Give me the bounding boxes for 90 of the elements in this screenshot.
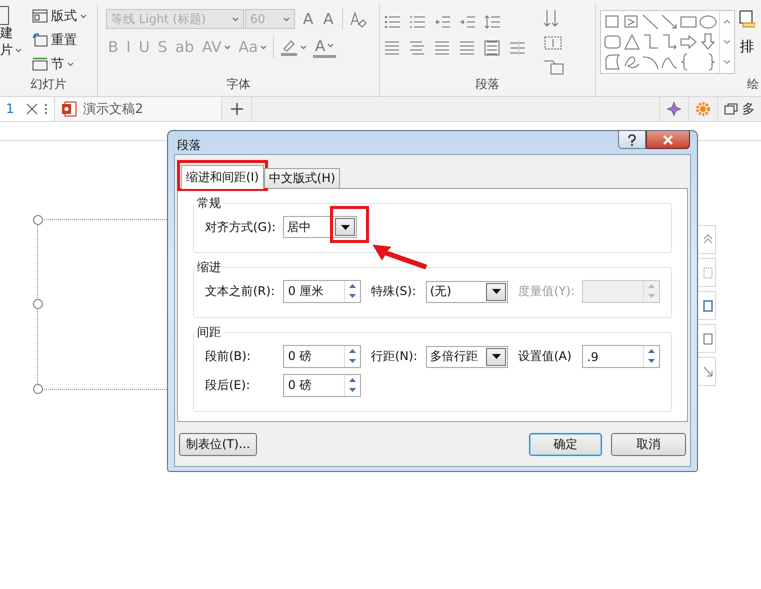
shape-icon[interactable] xyxy=(660,32,679,52)
plus-icon xyxy=(230,102,244,116)
marker-icon xyxy=(280,38,298,56)
field-label: 段后(E): xyxy=(205,377,251,394)
new-slide-button[interactable]: 建 片 xyxy=(0,6,24,76)
dropdown-button[interactable] xyxy=(486,348,506,366)
caret-icon[interactable] xyxy=(67,62,74,66)
section-title: 间距 xyxy=(196,324,222,341)
caret-down-icon xyxy=(492,289,500,294)
field-label: 特殊(S): xyxy=(371,283,418,300)
shape-icon[interactable] xyxy=(622,32,641,52)
quick-tool-icon xyxy=(703,266,713,278)
group-label: 幻灯片 xyxy=(30,76,66,93)
distributed-icon[interactable] xyxy=(484,40,501,56)
more-icon[interactable] xyxy=(44,103,48,115)
section-title: 常规 xyxy=(196,195,222,212)
document-tab[interactable]: 1 xyxy=(0,97,55,121)
shapes-gallery[interactable] xyxy=(600,10,735,74)
justify-icon[interactable] xyxy=(459,40,476,56)
close-button[interactable] xyxy=(646,131,690,149)
field-label: 文本之前(R): xyxy=(205,283,276,300)
arrange-icon xyxy=(739,10,755,28)
group-label: 绘 xyxy=(747,76,759,93)
smartart-icon[interactable] xyxy=(543,58,565,76)
dialog-button[interactable]: 制表位(T)... xyxy=(179,432,258,456)
ribbon-command[interactable]: 版式 xyxy=(32,6,87,26)
highlight-button[interactable] xyxy=(278,38,309,56)
dropdown-button[interactable] xyxy=(335,218,355,236)
line-spacing-icon[interactable] xyxy=(484,14,501,30)
resize-handle[interactable] xyxy=(33,384,43,394)
number-field[interactable]: 0 厘米 xyxy=(283,280,361,303)
ribbon-command[interactable]: 节 xyxy=(32,54,87,74)
settings-icon xyxy=(695,101,711,117)
quick-tool-icon xyxy=(703,366,713,378)
quick-tool-icon xyxy=(703,332,713,344)
group-label: 字体 xyxy=(226,76,250,93)
dropdown-field[interactable]: 居中 xyxy=(283,216,357,238)
presentation-file-icon xyxy=(61,101,77,117)
windows-icon xyxy=(724,103,738,115)
quick-tool-icon xyxy=(703,234,713,246)
align-right-icon[interactable] xyxy=(434,40,451,56)
shape-icon[interactable] xyxy=(603,52,622,72)
field-label: 段前(B): xyxy=(205,348,252,365)
dialog-button[interactable]: 确定 xyxy=(529,432,602,456)
document-tab[interactable]: 演示文稿2 xyxy=(55,97,222,121)
reset-icon xyxy=(32,33,48,47)
help-icon xyxy=(627,134,637,146)
dialog-button[interactable]: 取消 xyxy=(611,432,686,456)
field-label: 对齐方式(G): xyxy=(205,218,277,236)
decrease-indent-icon[interactable] xyxy=(434,14,451,30)
shape-icon[interactable] xyxy=(641,12,660,32)
shape-icon[interactable] xyxy=(698,32,717,52)
increase-indent-icon[interactable] xyxy=(459,14,476,30)
arrange-button[interactable]: 排 xyxy=(739,6,755,76)
number-field[interactable]: .9 xyxy=(582,345,660,368)
ribbon-command[interactable]: 重置 xyxy=(32,30,87,50)
field-label: 度量值(Y): xyxy=(518,283,576,300)
bullets-icon[interactable] xyxy=(384,14,401,30)
field-label: 设置值(A) xyxy=(518,348,573,365)
shape-icon[interactable] xyxy=(679,32,698,52)
caret-icon[interactable] xyxy=(300,44,307,50)
help-button[interactable] xyxy=(618,131,646,149)
close-icon[interactable] xyxy=(26,103,38,115)
caret-down-icon xyxy=(340,224,350,230)
resize-handle[interactable] xyxy=(33,215,43,225)
section-title: 缩进 xyxy=(196,259,222,276)
caret-down-icon xyxy=(492,354,500,359)
group-label: 段落 xyxy=(476,76,500,93)
clear-formatting-icon[interactable] xyxy=(348,10,367,28)
dialog-title: 段落 xyxy=(176,137,201,154)
align-center-icon[interactable] xyxy=(409,40,426,56)
close-icon xyxy=(662,134,674,144)
dialog-tab[interactable]: 缩进和间距(I) xyxy=(181,165,264,189)
align-left-icon[interactable] xyxy=(384,40,401,56)
layout-icon xyxy=(32,9,48,23)
resize-handle[interactable] xyxy=(33,299,43,309)
number-field[interactable]: 0 磅 xyxy=(283,374,361,397)
number-field[interactable]: 0 磅 xyxy=(283,345,361,368)
caret-icon[interactable] xyxy=(327,43,334,48)
sparkle-icon xyxy=(666,101,682,117)
numbering-icon[interactable] xyxy=(409,14,426,30)
dropdown-field[interactable]: 多倍行距 xyxy=(426,346,508,368)
dialog-tab[interactable]: 中文版式(H) xyxy=(264,168,340,188)
quick-tool-icon xyxy=(703,300,713,312)
field-label: 行距(N): xyxy=(371,348,418,365)
section-icon xyxy=(32,57,48,71)
dropdown-field[interactable]: (无) xyxy=(426,280,508,302)
dropdown-button[interactable] xyxy=(486,282,506,300)
caret-icon[interactable] xyxy=(80,14,87,18)
caret-icon[interactable] xyxy=(15,48,22,53)
